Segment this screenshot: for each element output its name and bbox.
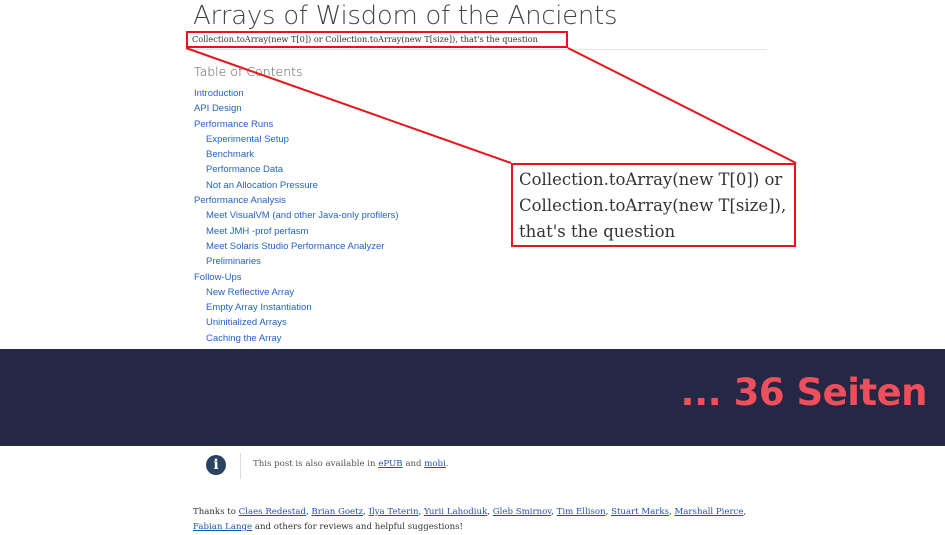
contributor-link[interactable]: Gleb Smirnov — [493, 507, 551, 517]
callout-line: Collection.toArray(new T[0]) or — [519, 170, 783, 189]
contributor-link[interactable]: Yurii Lahodiuk — [424, 507, 487, 517]
toc-item[interactable]: API Design — [194, 101, 494, 116]
toc-item[interactable]: Meet JMH -prof perfasm — [194, 224, 494, 239]
contributor-link[interactable]: Marshall Pierce — [675, 507, 744, 517]
format-notice: i This post is also available in ePUB an… — [206, 453, 766, 479]
toc-item[interactable]: New Reflective Array — [194, 285, 494, 300]
banner-text: ... 36 Seiten — [680, 371, 928, 414]
leader-line-right — [567, 47, 797, 164]
contributor-link[interactable]: Tim Ellison — [557, 507, 606, 517]
toc-item[interactable]: Empty Array Instantiation — [194, 300, 494, 315]
callout-line: Collection.toArray(new T[size]), — [519, 196, 787, 215]
toc-item[interactable]: Caching the Array — [194, 331, 494, 346]
table-of-contents: Introduction API Design Performance Runs Ex… — [194, 86, 494, 346]
acknowledgements: Thanks to Claes Redestad, Brian Goetz, I… — [193, 506, 747, 532]
contributor-link[interactable]: Ilya Teterin — [369, 507, 419, 517]
contributor-link[interactable]: Fabian Lange — [193, 522, 252, 532]
toc-heading: Table of Contents — [194, 64, 303, 79]
thanks-suffix: and others for reviews and helpful sugge… — [252, 521, 463, 532]
notice-text: This post is also available in ePUB and … — [253, 459, 449, 469]
toc-item[interactable]: Meet Solaris Studio Performance Analyzer — [194, 239, 494, 254]
toc-item[interactable]: Meet VisualVM (and other Java-only profi… — [194, 208, 494, 223]
notice-divider — [240, 453, 241, 479]
notice-suffix: . — [445, 459, 449, 469]
article-subtitle-highlight: Collection.toArray(new T[0]) or Collecti… — [186, 31, 568, 48]
page-count-banner: ... 36 Seiten — [0, 349, 945, 446]
thanks-prefix: Thanks to — [193, 506, 239, 517]
subtitle-zoom-callout: Collection.toArray(new T[0]) or Collecti… — [511, 163, 796, 247]
toc-item[interactable]: Preliminaries — [194, 254, 494, 269]
info-icon: i — [206, 455, 226, 475]
article-title: Arrays of Wisdom of the Ancients — [193, 1, 618, 31]
notice-middle: and — [402, 459, 425, 469]
title-divider — [193, 49, 767, 50]
toc-item[interactable]: Benchmark — [194, 147, 494, 162]
contributor-link[interactable]: Brian Goetz — [311, 507, 363, 517]
mobi-link[interactable]: mobi — [424, 459, 446, 469]
notice-prefix: This post is also available in — [253, 459, 379, 469]
toc-item[interactable]: Performance Data — [194, 162, 494, 177]
toc-item[interactable]: Performance Runs — [194, 117, 494, 132]
toc-item[interactable]: Introduction — [194, 86, 494, 101]
contributor-link[interactable]: Stuart Marks — [611, 507, 669, 517]
toc-item[interactable]: Experimental Setup — [194, 132, 494, 147]
callout-line: that's the question — [519, 222, 676, 241]
toc-item[interactable]: Uninitialized Arrays — [194, 315, 494, 330]
toc-item[interactable]: Follow-Ups — [194, 270, 494, 285]
toc-item[interactable]: Performance Analysis — [194, 193, 494, 208]
contributor-link[interactable]: Claes Redestad — [239, 507, 306, 517]
toc-item[interactable]: Not an Allocation Pressure — [194, 178, 494, 193]
epub-link[interactable]: ePUB — [378, 459, 402, 469]
